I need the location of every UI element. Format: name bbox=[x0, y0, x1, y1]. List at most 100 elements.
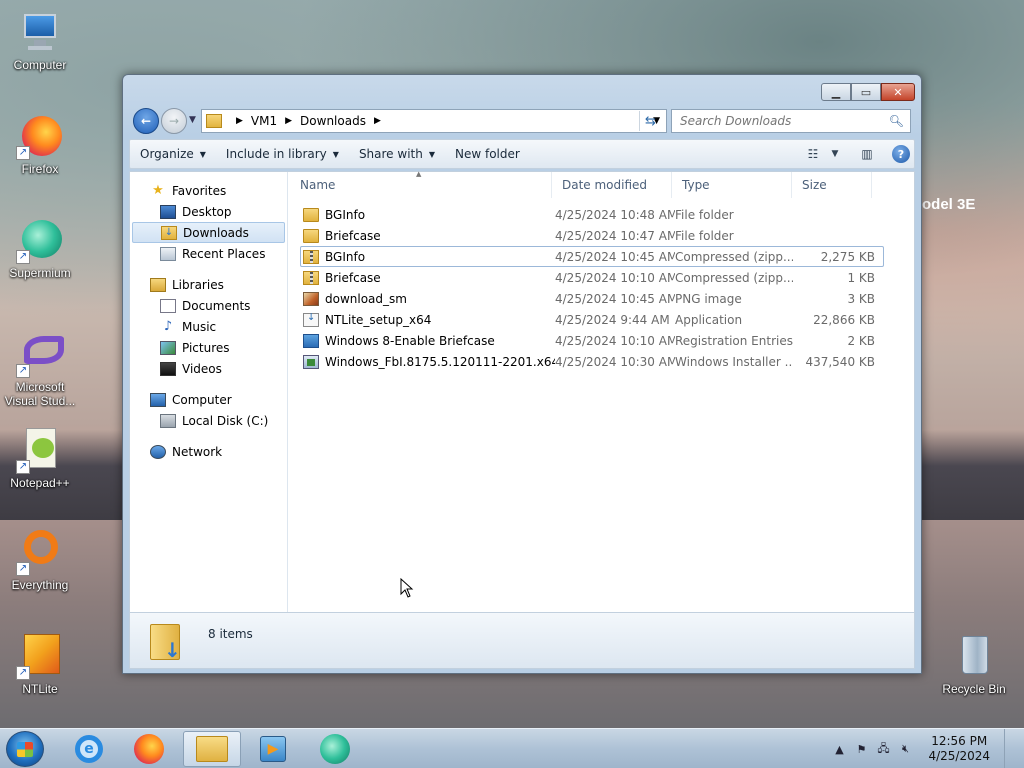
videos-icon bbox=[160, 361, 176, 376]
explorer-folder-icon bbox=[196, 736, 228, 762]
nav-favorites[interactable]: ★ Favorites bbox=[130, 180, 287, 201]
breadcrumb-chevron-icon[interactable]: ▶ bbox=[236, 116, 243, 126]
nav-recent-places[interactable]: Recent Places bbox=[130, 243, 287, 264]
file-list-pane[interactable]: ▲ Name Date modified Type Size BGInfo 4/2… bbox=[290, 170, 914, 612]
nav-local-disk[interactable]: Local Disk (C:) bbox=[130, 410, 287, 431]
nav-libraries[interactable]: Libraries bbox=[130, 274, 287, 295]
navigation-pane[interactable]: ★ Favorites Desktop ↓ Downloads Recent Pla… bbox=[130, 172, 288, 612]
shortcut-arrow-icon: ↗ bbox=[16, 146, 30, 160]
clock[interactable]: 12:56 PM 4/25/2024 bbox=[928, 734, 990, 764]
png-icon bbox=[303, 291, 319, 306]
file-row[interactable]: Briefcase 4/25/2024 10:47 AM File folder bbox=[300, 225, 884, 246]
file-row[interactable]: BGInfo 4/25/2024 10:48 AM File folder bbox=[300, 204, 884, 225]
view-dropdown-icon[interactable]: ▼ bbox=[826, 143, 844, 165]
search-icon[interactable]: 🔍︎ bbox=[889, 114, 904, 128]
new-folder-button[interactable]: New folder bbox=[445, 140, 530, 168]
file-row[interactable]: Windows_FbI.8175.5.120111-2201.x64FRE...… bbox=[300, 351, 884, 372]
view-options-icon[interactable]: ☷ bbox=[800, 143, 826, 165]
supermium-icon bbox=[320, 734, 350, 764]
organize-button[interactable]: Organize ▼ bbox=[130, 140, 216, 168]
close-button[interactable]: ✕ bbox=[881, 83, 915, 101]
desktop-icon-everything[interactable]: ↗ Everything bbox=[0, 528, 80, 592]
media-player-icon: ▶ bbox=[260, 736, 286, 762]
show-hidden-icons-icon[interactable]: ▲ bbox=[830, 743, 848, 756]
nav-computer[interactable]: Computer bbox=[130, 389, 287, 410]
preview-pane-icon[interactable]: ▥ bbox=[854, 143, 880, 165]
nav-downloads[interactable]: ↓ Downloads bbox=[132, 222, 285, 243]
start-button[interactable] bbox=[6, 731, 44, 767]
address-bar[interactable]: ▶ VM1 ▶ Downloads ▶ ▼ bbox=[201, 109, 667, 133]
breadcrumb-chevron-icon[interactable]: ▶ bbox=[374, 116, 381, 126]
zip-icon bbox=[303, 270, 319, 285]
search-box[interactable]: 🔍︎ bbox=[671, 109, 911, 133]
taskbar-media-player[interactable]: ▶ bbox=[244, 731, 302, 767]
help-button[interactable]: ? bbox=[888, 143, 914, 165]
mouse-cursor-icon bbox=[400, 578, 414, 598]
star-icon: ★ bbox=[152, 183, 164, 198]
recent-pages-dropdown[interactable]: ▼ bbox=[189, 115, 196, 125]
nav-network[interactable]: Network bbox=[130, 441, 287, 462]
nav-desktop[interactable]: Desktop bbox=[130, 201, 287, 222]
desktop-icon-recycle-bin[interactable]: Recycle Bin bbox=[934, 632, 1014, 696]
recycle-bin-icon bbox=[950, 632, 998, 680]
nav-music[interactable]: ♪ Music bbox=[130, 316, 287, 337]
breadcrumb-downloads[interactable]: Downloads bbox=[300, 114, 366, 128]
back-button[interactable]: ← bbox=[133, 108, 159, 134]
shortcut-arrow-icon: ↗ bbox=[16, 562, 30, 576]
visual-studio-icon: ↗ bbox=[16, 330, 64, 378]
network-tray-icon[interactable]: 🖧︎ bbox=[874, 740, 892, 759]
share-with-button[interactable]: Share with ▼ bbox=[349, 140, 445, 168]
show-desktop-button[interactable] bbox=[1004, 729, 1016, 768]
column-name-header[interactable]: ▲ Name bbox=[290, 170, 552, 198]
internet-explorer-icon: e bbox=[75, 735, 103, 763]
breadcrumb-vm1[interactable]: VM1 bbox=[251, 114, 277, 128]
taskbar-explorer[interactable] bbox=[183, 731, 241, 767]
nav-documents[interactable]: Documents bbox=[130, 295, 287, 316]
breadcrumb-chevron-icon[interactable]: ▶ bbox=[285, 116, 292, 126]
refresh-button[interactable]: ⇆ bbox=[639, 111, 661, 131]
taskbar-firefox[interactable] bbox=[120, 731, 178, 767]
taskbar-supermium[interactable] bbox=[306, 731, 364, 767]
desktop-icon-computer[interactable]: Computer bbox=[0, 8, 80, 72]
desktop-icon-firefox[interactable]: ↗ Firefox bbox=[0, 112, 80, 176]
file-row[interactable]: NTLite_setup_x64 4/25/2024 9:44 AM Appli… bbox=[300, 309, 884, 330]
file-row[interactable]: Windows 8-Enable Briefcase 4/25/2024 10:… bbox=[300, 330, 884, 351]
desktop-icon-visual-studio[interactable]: ↗ Microsoft Visual Stud... bbox=[0, 330, 80, 408]
volume-muted-icon[interactable]: 🔇︎ bbox=[896, 742, 914, 756]
documents-icon bbox=[160, 298, 176, 313]
forward-button[interactable]: → bbox=[161, 108, 187, 134]
nav-videos[interactable]: Videos bbox=[130, 358, 287, 379]
column-type-header[interactable]: Type bbox=[672, 172, 792, 198]
maximize-button[interactable]: ▭ bbox=[851, 83, 881, 101]
forward-arrow-icon: → bbox=[168, 114, 180, 128]
back-arrow-icon: ← bbox=[140, 114, 152, 128]
include-in-library-button[interactable]: Include in library ▼ bbox=[216, 140, 349, 168]
desktop-icon-ntlite[interactable]: ↗ NTLite bbox=[0, 632, 80, 696]
chevron-down-icon: ▼ bbox=[332, 149, 339, 159]
pictures-icon bbox=[160, 340, 176, 355]
libraries-icon bbox=[150, 277, 166, 292]
file-row[interactable]: Briefcase 4/25/2024 10:10 AM Compressed … bbox=[300, 267, 884, 288]
firefox-icon bbox=[134, 734, 164, 764]
share-with-label: Share with bbox=[358, 147, 423, 161]
taskbar-internet-explorer[interactable]: e bbox=[60, 731, 118, 767]
hard-drive-icon bbox=[160, 413, 176, 428]
taskbar: e ▶ ▲ ⚑ 🖧︎ 🔇︎ 12:56 PM 4/25/2024 bbox=[0, 728, 1024, 768]
column-date-header[interactable]: Date modified bbox=[552, 172, 672, 198]
content-area: ★ Favorites Desktop ↓ Downloads Recent Pla… bbox=[129, 170, 915, 613]
msi-icon bbox=[303, 354, 319, 369]
desktop-icon-notepadpp[interactable]: ↗ Notepad++ bbox=[0, 426, 80, 490]
include-in-library-label: Include in library bbox=[225, 147, 327, 161]
explorer-window[interactable]: ▁ ▭ ✕ ← → ▼ ▶ VM1 ▶ Downloads ▶ ▼ ⇆ 🔍︎ O… bbox=[122, 74, 922, 674]
folder-icon bbox=[303, 228, 319, 243]
search-input[interactable] bbox=[680, 114, 880, 128]
desktop-icon-supermium[interactable]: ↗ Supermium bbox=[0, 216, 80, 280]
action-center-flag-icon[interactable]: ⚑ bbox=[852, 743, 870, 756]
minimize-button[interactable]: ▁ bbox=[821, 83, 851, 101]
nav-pictures[interactable]: Pictures bbox=[130, 337, 287, 358]
downloads-folder-icon: ↓ bbox=[161, 225, 177, 240]
column-size-header[interactable]: Size bbox=[792, 172, 872, 198]
file-row[interactable]: download_sm 4/25/2024 10:45 AM PNG image… bbox=[300, 288, 884, 309]
file-row[interactable]: BGInfo 4/25/2024 10:45 AM Compressed (zi… bbox=[300, 246, 884, 267]
toolbar-right: ☷ ▼ ▥ ? bbox=[800, 143, 914, 165]
